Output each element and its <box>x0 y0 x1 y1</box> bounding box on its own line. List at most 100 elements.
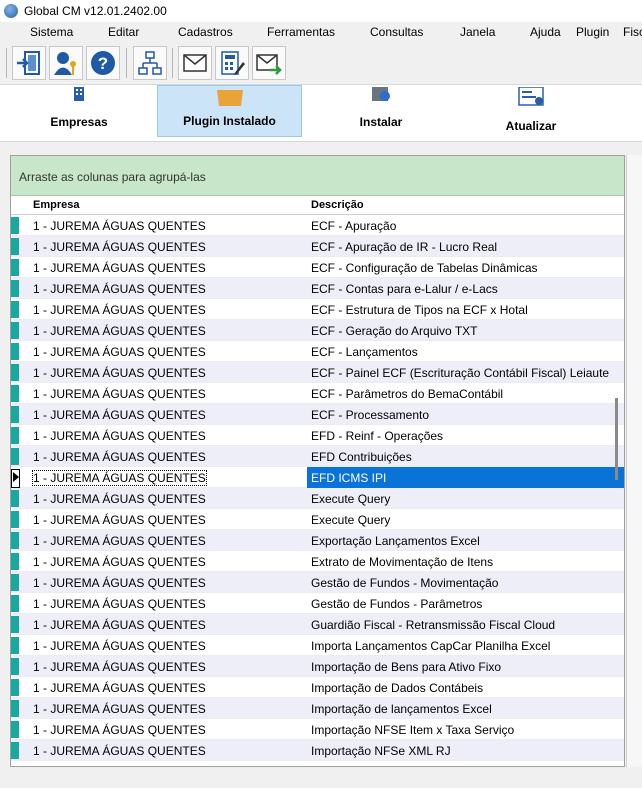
row-indicator[interactable] <box>11 595 19 612</box>
row-indicator[interactable] <box>11 742 19 759</box>
cell-empresa[interactable]: 1 - JUREMA ÁGUAS QUENTES <box>33 240 206 254</box>
cell-descricao[interactable]: Importação NFSE Item x Taxa Serviço <box>311 723 514 737</box>
calculator-edit-button[interactable] <box>215 46 249 80</box>
cell-empresa[interactable]: 1 - JUREMA ÁGUAS QUENTES <box>33 219 206 233</box>
row-indicator[interactable] <box>11 259 19 276</box>
table-row[interactable]: 1 - JUREMA ÁGUAS QUENTES Importação de Be… <box>11 656 624 677</box>
cell-empresa[interactable]: 1 - JUREMA ÁGUAS QUENTES <box>33 618 206 632</box>
cell-empresa[interactable]: 1 - JUREMA ÁGUAS QUENTES <box>33 555 206 569</box>
cell-empresa[interactable]: 1 - JUREMA ÁGUAS QUENTES <box>33 576 206 590</box>
row-indicator[interactable] <box>11 574 19 591</box>
table-row[interactable]: 1 - JUREMA ÁGUAS QUENTES Importação NFSE … <box>11 719 624 740</box>
row-indicator[interactable] <box>11 364 19 381</box>
cell-empresa[interactable]: 1 - JUREMA ÁGUAS QUENTES <box>33 387 206 401</box>
vertical-scrollbar[interactable] <box>615 398 618 480</box>
cell-empresa[interactable]: 1 - JUREMA ÁGUAS QUENTES <box>32 470 207 486</box>
table-row[interactable]: 1 - JUREMA ÁGUAS QUENTES ECF - Processame… <box>11 404 624 425</box>
cell-descricao[interactable]: Guardião Fiscal - Retransmissão Fiscal C… <box>311 618 555 632</box>
cell-empresa[interactable]: 1 - JUREMA ÁGUAS QUENTES <box>33 744 206 758</box>
row-indicator[interactable] <box>11 511 19 528</box>
menu-fisc[interactable]: Fisc <box>623 25 642 39</box>
cell-descricao[interactable]: EFD Contribuições <box>311 450 412 464</box>
row-indicator[interactable] <box>11 301 19 318</box>
cell-descricao[interactable]: Importa Lançamentos CapCar Planilha Exce… <box>311 639 550 653</box>
cell-empresa[interactable]: 1 - JUREMA ÁGUAS QUENTES <box>33 660 206 674</box>
row-indicator[interactable] <box>11 280 19 297</box>
cell-empresa[interactable]: 1 - JUREMA ÁGUAS QUENTES <box>33 597 206 611</box>
cell-empresa[interactable]: 1 - JUREMA ÁGUAS QUENTES <box>33 681 206 695</box>
row-indicator[interactable] <box>11 616 19 633</box>
cell-empresa[interactable]: 1 - JUREMA ÁGUAS QUENTES <box>33 366 206 380</box>
cell-descricao[interactable]: Gestão de Fundos - Movimentação <box>311 576 498 590</box>
user-access-button[interactable] <box>49 46 83 80</box>
menu-ferramentas[interactable]: Ferramentas <box>267 25 335 39</box>
cell-descricao[interactable]: Importação de lançamentos Excel <box>311 702 492 716</box>
cell-descricao[interactable]: ECF - Estrutura de Tipos na ECF x Hotal <box>311 303 528 317</box>
table-row[interactable]: 1 - JUREMA ÁGUAS QUENTES ECF - Lançamento… <box>11 341 624 362</box>
cell-descricao[interactable]: Execute Query <box>311 513 390 527</box>
row-indicator[interactable] <box>11 343 19 360</box>
cell-empresa[interactable]: 1 - JUREMA ÁGUAS QUENTES <box>33 513 206 527</box>
menu-sistema[interactable]: Sistema <box>30 25 73 39</box>
cell-descricao[interactable]: ECF - Lançamentos <box>311 345 418 359</box>
cell-descricao[interactable]: ECF - Apuração de IR - Lucro Real <box>311 240 497 254</box>
table-row[interactable]: 1 - JUREMA ÁGUAS QUENTES ECF - Estrutura … <box>11 299 624 320</box>
cell-descricao[interactable]: Importação NFSe XML RJ <box>311 744 451 758</box>
row-indicator[interactable] <box>11 217 19 234</box>
row-indicator[interactable] <box>11 406 19 423</box>
menu-plugin[interactable]: Plugin <box>576 25 609 39</box>
cell-descricao[interactable]: Gestão de Fundos - Parâmetros <box>311 597 482 611</box>
row-indicator[interactable] <box>11 238 19 255</box>
cell-empresa[interactable]: 1 - JUREMA ÁGUAS QUENTES <box>33 534 206 548</box>
cell-empresa[interactable]: 1 - JUREMA ÁGUAS QUENTES <box>33 345 206 359</box>
cell-descricao[interactable]: ECF - Parâmetros do BemaContábil <box>311 387 503 401</box>
cell-descricao[interactable]: EFD ICMS IPI <box>311 471 386 485</box>
table-row[interactable]: 1 - JUREMA ÁGUAS QUENTES EFD Contribuiçõe… <box>11 446 624 467</box>
row-indicator[interactable] <box>11 637 19 654</box>
cell-descricao[interactable]: EFD - Reinf - Operações <box>311 429 443 443</box>
cell-descricao[interactable]: Exportação Lançamentos Excel <box>311 534 480 548</box>
group-by-area[interactable]: Arraste as colunas para agrupá-las <box>11 156 624 196</box>
cell-descricao[interactable]: ECF - Processamento <box>311 408 429 422</box>
help-button[interactable]: ? <box>86 46 120 80</box>
cell-empresa[interactable]: 1 - JUREMA ÁGUAS QUENTES <box>33 408 206 422</box>
column-header-descricao[interactable]: Descrição <box>311 199 364 211</box>
send-mail-button[interactable] <box>252 46 286 80</box>
table-row[interactable]: 1 - JUREMA ÁGUAS QUENTES ECF - Configuraç… <box>11 257 624 278</box>
table-row[interactable]: 1 - JUREMA ÁGUAS QUENTES Importação de Da… <box>11 677 624 698</box>
mail-button[interactable] <box>178 46 212 80</box>
row-indicator[interactable] <box>11 700 19 717</box>
cell-empresa[interactable]: 1 - JUREMA ÁGUAS QUENTES <box>33 492 206 506</box>
table-row[interactable]: 1 - JUREMA ÁGUAS QUENTES ECF - Geração do… <box>11 320 624 341</box>
menu-ajuda[interactable]: Ajuda <box>530 25 561 39</box>
table-row[interactable]: 1 - JUREMA ÁGUAS QUENTES EFD - Reinf - Op… <box>11 425 624 446</box>
cell-descricao[interactable]: Extrato de Movimentação de Itens <box>311 555 493 569</box>
cell-descricao[interactable]: Execute Query <box>311 492 390 506</box>
table-row[interactable]: 1 - JUREMA ÁGUAS QUENTES ECF - Apuração d… <box>11 236 624 257</box>
menu-cadastros[interactable]: Cadastros <box>178 25 233 39</box>
cell-empresa[interactable]: 1 - JUREMA ÁGUAS QUENTES <box>33 303 206 317</box>
table-row[interactable]: 1 - JUREMA ÁGUAS QUENTES Exportação Lança… <box>11 530 624 551</box>
table-row[interactable]: 1 - JUREMA ÁGUAS QUENTES Importa Lançamen… <box>11 635 624 656</box>
row-indicator[interactable] <box>11 679 19 696</box>
row-indicator[interactable] <box>11 721 19 738</box>
cell-descricao[interactable]: Importação de Dados Contábeis <box>311 681 483 695</box>
row-indicator[interactable] <box>11 427 19 444</box>
ribbon-empresas-button[interactable]: Empresas <box>20 85 138 137</box>
ribbon-plugin-instalado-button[interactable]: Plugin Instalado <box>157 85 302 137</box>
cell-empresa[interactable]: 1 - JUREMA ÁGUAS QUENTES <box>33 450 206 464</box>
row-indicator[interactable] <box>11 448 19 465</box>
table-row[interactable]: 1 - JUREMA ÁGUAS QUENTES ECF - Parâmetros… <box>11 383 624 404</box>
cell-empresa[interactable]: 1 - JUREMA ÁGUAS QUENTES <box>33 639 206 653</box>
row-indicator[interactable] <box>11 490 19 507</box>
table-row[interactable]: 1 - JUREMA ÁGUAS QUENTES Importação NFSe … <box>11 740 624 761</box>
cell-descricao[interactable]: ECF - Configuração de Tabelas Dinâmicas <box>311 261 538 275</box>
cell-empresa[interactable]: 1 - JUREMA ÁGUAS QUENTES <box>33 261 206 275</box>
table-row[interactable]: 1 - JUREMA ÁGUAS QUENTES Extrato de Movim… <box>11 551 624 572</box>
cell-empresa[interactable]: 1 - JUREMA ÁGUAS QUENTES <box>33 282 206 296</box>
row-indicator[interactable] <box>11 385 19 402</box>
ribbon-atualizar-button[interactable]: Atualizar <box>472 85 590 137</box>
cell-descricao[interactable]: Importação de Bens para Ativo Fixo <box>311 660 501 674</box>
table-row[interactable]: 1 - JUREMA ÁGUAS QUENTES ECF - Apuração <box>11 215 624 236</box>
column-header-empresa[interactable]: Empresa <box>33 199 79 211</box>
